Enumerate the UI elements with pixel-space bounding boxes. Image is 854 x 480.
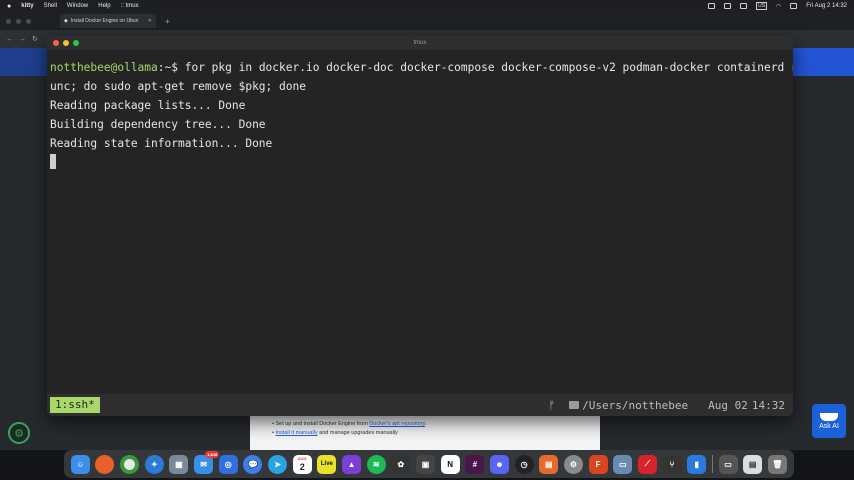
browser-tabbar: ◆ Install Docker Engine on Ubun ✕ +: [0, 12, 854, 30]
launchpad-icon[interactable]: ▦: [169, 454, 189, 474]
menu-item-shell[interactable]: Shell: [44, 3, 57, 9]
dock-separator: [711, 455, 713, 473]
output-line: Reading state information... Done: [50, 137, 273, 150]
preview-icon[interactable]: ▭: [613, 454, 633, 474]
new-tab-icon[interactable]: +: [165, 17, 170, 26]
status-time: 14:32: [751, 398, 785, 412]
status-date: Aug 02: [708, 398, 748, 412]
docs-link-apt[interactable]: Docker's apt repository: [369, 421, 425, 427]
live-icon[interactable]: Live: [317, 454, 337, 474]
app-icon[interactable]: ◎: [218, 454, 238, 474]
calendar-day: 2: [299, 462, 305, 472]
trash-icon[interactable]: 🗑: [767, 454, 787, 474]
window-icon[interactable]: ▭: [718, 454, 738, 474]
dock: ☺ ✦ ▦ ✉ 1,848 ◎ 💬 ➤ AUG 2 Live ▲ ≋ ✿ ▣ N #…: [64, 450, 794, 478]
input-source[interactable]: US: [756, 2, 768, 10]
terminal-title: tmux: [413, 40, 427, 46]
accessibility-icon[interactable]: ⚙: [8, 422, 30, 444]
close-tab-icon[interactable]: ✕: [148, 18, 152, 24]
docker-tab-icon: ◆: [64, 18, 68, 24]
menu-item-window[interactable]: Window: [67, 3, 88, 9]
minimize-dot[interactable]: [16, 18, 21, 24]
git-icon[interactable]: ⑂: [662, 454, 682, 474]
calendar-icon[interactable]: AUG 2: [292, 454, 312, 474]
office-icon[interactable]: ▤: [539, 454, 559, 474]
terminal-titlebar[interactable]: tmux: [47, 36, 793, 50]
menu-clock[interactable]: Fri Aug 2 14:32: [806, 3, 847, 9]
acrobat-icon[interactable]: ⟋: [637, 454, 657, 474]
back-icon[interactable]: ←: [6, 36, 13, 43]
menu-item-help[interactable]: Help: [98, 3, 110, 9]
mail-icon[interactable]: ✉ 1,848: [194, 450, 220, 474]
docs-list-item-2: • Install it manually and manage upgrade…: [272, 430, 398, 436]
discord-icon[interactable]: ☻: [489, 454, 509, 474]
live-label: Live: [320, 461, 333, 467]
docs-text: Set up and install Docker Engine from: [275, 421, 368, 427]
docs-list-item-1: • Set up and install Docker Engine from …: [272, 421, 427, 427]
control-center-icon[interactable]: [790, 3, 798, 9]
terminal-output[interactable]: notthebee@ollama:~$ for pkg in docker.io…: [47, 50, 793, 172]
status-path: /Users/notthebee: [582, 398, 689, 412]
notion-icon[interactable]: N: [440, 454, 460, 474]
forward-icon[interactable]: →: [19, 36, 26, 43]
spotify-icon[interactable]: ≋: [366, 454, 386, 474]
docs-link-manual[interactable]: Install it manually: [275, 430, 317, 436]
terminal-cursor: [50, 154, 56, 169]
notion-label: N: [447, 459, 454, 469]
app2-icon[interactable]: ▣: [416, 454, 436, 474]
close-dot[interactable]: [6, 18, 11, 24]
terminal-icon[interactable]: ▮: [687, 454, 707, 474]
app3-icon[interactable]: F: [588, 454, 608, 474]
safari-icon[interactable]: ✦: [144, 454, 164, 474]
battery-icon[interactable]: [740, 3, 748, 9]
browser-tab-title: Install Docker Engine on Ubun: [70, 18, 139, 24]
apple-icon[interactable]: ●: [7, 3, 11, 10]
status-icon[interactable]: [724, 3, 732, 9]
menu-extras: US ◠ Fri Aug 2 14:32: [708, 2, 847, 10]
git-branch-icon: ᚠ: [548, 398, 556, 412]
docker-whale-icon: [820, 412, 838, 421]
wifi-icon[interactable]: ◠: [776, 3, 781, 10]
mail-badge: 1,848: [205, 450, 220, 458]
record-icon[interactable]: [708, 3, 716, 9]
firefox-icon[interactable]: [95, 454, 115, 474]
menu-item-tmux[interactable]: :: tmux: [121, 3, 139, 9]
affinity-icon[interactable]: ▲: [342, 454, 362, 474]
finder-icon[interactable]: ☺: [70, 454, 90, 474]
zoom-dot[interactable]: [26, 18, 31, 24]
browser-tab[interactable]: ◆ Install Docker Engine on Ubun ✕: [60, 14, 156, 28]
tmux-window-tab[interactable]: 1:ssh*: [50, 397, 100, 413]
ask-ai-button[interactable]: Ask AI: [812, 404, 846, 438]
slack-icon[interactable]: #: [465, 454, 485, 474]
command-line-2: unc; do sudo apt-get remove $pkg; done: [50, 80, 306, 93]
telegram-icon[interactable]: ➤: [268, 454, 288, 474]
davinci-icon[interactable]: ✿: [391, 454, 411, 474]
command-line-1: for pkg in docker.io docker-doc docker-c…: [184, 61, 793, 74]
menu-app-name[interactable]: kitty: [21, 3, 33, 9]
output-line: Building dependency tree... Done: [50, 118, 266, 131]
menu-bar: ● kitty Shell Window Help :: tmux US ◠ F…: [0, 0, 854, 12]
output-line: Reading package lists... Done: [50, 99, 246, 112]
folder-icon: [569, 401, 580, 409]
settings-icon[interactable]: ⚙: [563, 454, 583, 474]
chrome-icon[interactable]: [120, 454, 140, 474]
reload-icon[interactable]: ↻: [32, 35, 38, 43]
terminal-window[interactable]: tmux notthebee@ollama:~$ for pkg in dock…: [47, 36, 793, 416]
tmux-statusbar: 1:ssh* ᚠ /Users/notthebee Aug 02 14:32: [47, 394, 793, 416]
document-icon[interactable]: ▤: [743, 454, 763, 474]
clock-icon[interactable]: ◷: [514, 454, 534, 474]
prompt-user: notthebee@ollama: [50, 61, 158, 74]
docs-text-2: and manage upgrades manually: [319, 430, 398, 436]
ask-ai-label: Ask AI: [819, 422, 839, 430]
messages-icon[interactable]: 💬: [243, 454, 263, 474]
docs-header-button[interactable]: [790, 48, 854, 76]
prompt-path: :~$: [157, 61, 185, 74]
